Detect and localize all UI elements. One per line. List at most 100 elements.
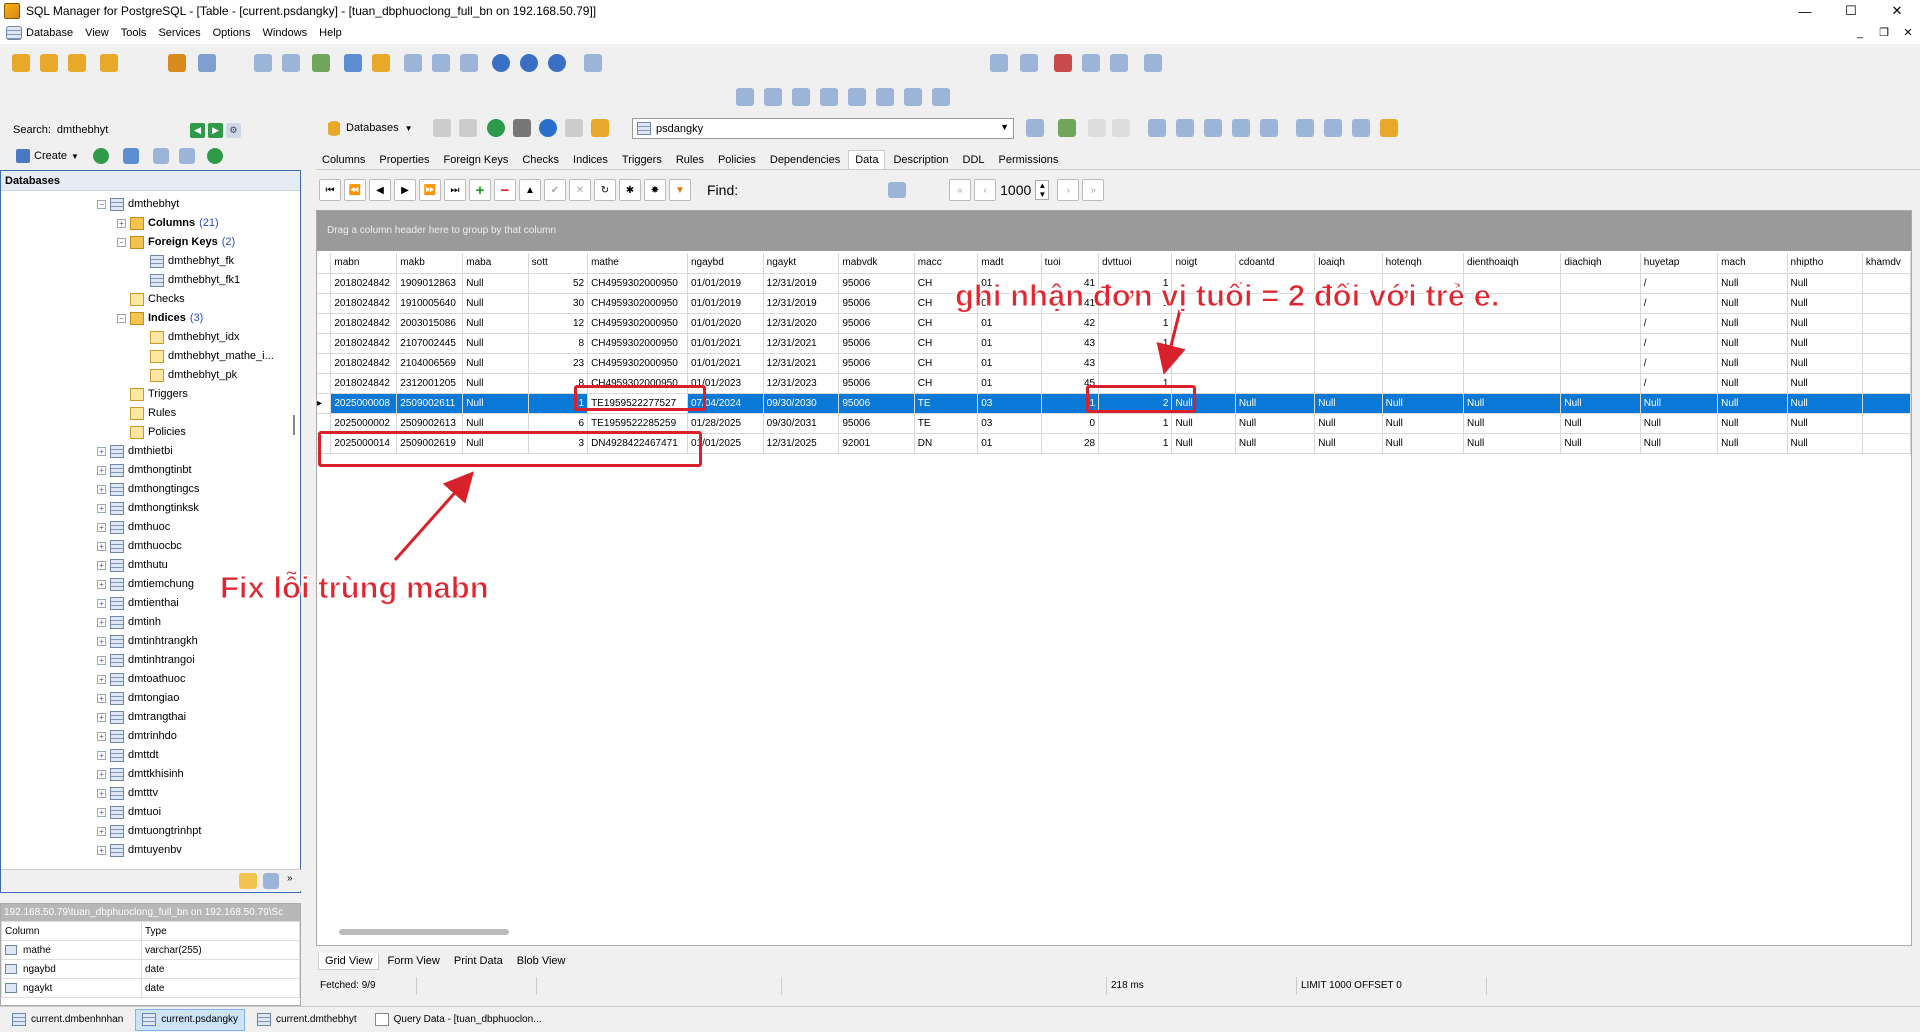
grid-cell-huyetap[interactable]: /: [1640, 293, 1719, 314]
grid-cell-nhiptho[interactable]: Null: [1787, 273, 1863, 294]
nav9-icon[interactable]: [1380, 119, 1398, 137]
grid-cell-noigt[interactable]: Null: [1171, 433, 1236, 454]
new-item-icon[interactable]: [152, 148, 169, 164]
tree-node[interactable]: + dmtuoi: [97, 803, 161, 821]
doc-tab-active[interactable]: current.psdangky: [135, 1008, 246, 1031]
grid-cell-diachiqh[interactable]: Null: [1560, 433, 1641, 454]
tree-node[interactable]: + dmtrinhdo: [97, 727, 177, 745]
column-header-dvttuoi[interactable]: dvttuoi: [1098, 253, 1173, 274]
folder-view-icon[interactable]: [239, 873, 257, 889]
doc-tab[interactable]: current.dmbenhnhan: [6, 1009, 129, 1031]
next-record-button[interactable]: ▶: [394, 179, 416, 201]
help-icon[interactable]: [538, 119, 557, 137]
tab-rules[interactable]: Rules: [670, 151, 710, 169]
table-view-icon[interactable]: [1020, 54, 1038, 72]
grid-cell-dienthoaiqh[interactable]: [1463, 333, 1562, 354]
grid-cell-mach[interactable]: Null: [1717, 413, 1788, 434]
grid-cell-mabn[interactable]: 2018024842: [330, 353, 398, 374]
prev-window-icon[interactable]: [876, 88, 894, 106]
nav1-icon[interactable]: [1148, 119, 1166, 137]
grid-cell-hotenqh[interactable]: Null: [1382, 433, 1465, 454]
expand-icon[interactable]: +: [97, 845, 106, 855]
expand-icon[interactable]: +: [97, 826, 106, 836]
column-header-hotenqh[interactable]: hotenqh: [1382, 253, 1465, 274]
tree-node[interactable]: + dmtinhtrangoi: [97, 651, 195, 669]
maximize-button[interactable]: ☐: [1828, 0, 1874, 22]
grid-cell-mathe[interactable]: CH4959302000950: [587, 293, 688, 314]
grid-cell-maba[interactable]: Null: [462, 273, 529, 294]
grid-cell-huyetap[interactable]: Null: [1640, 413, 1719, 434]
grid-cell-mabvdk[interactable]: 95006: [838, 333, 915, 354]
grid-cell-mabvdk[interactable]: 95006: [838, 353, 915, 374]
expand-icon[interactable]: +: [97, 788, 106, 798]
column-header-diachiqh[interactable]: diachiqh: [1560, 253, 1641, 274]
grid-cell-loaiqh[interactable]: [1314, 373, 1383, 394]
mdi-close-button[interactable]: ✕: [1896, 22, 1920, 44]
grid-cell-mach[interactable]: Null: [1717, 393, 1788, 414]
tree-node[interactable]: + dmtrangthai: [97, 708, 186, 726]
grid-cell-cdoantd[interactable]: [1235, 373, 1316, 394]
grid-cell-macc[interactable]: CH: [914, 333, 979, 354]
column-header-makb[interactable]: makb: [396, 253, 464, 274]
limit-spinner[interactable]: ▲ ▼: [1035, 180, 1050, 200]
tab-columns[interactable]: Columns: [316, 151, 371, 169]
grid-cell-ngaykt[interactable]: 12/31/2020: [763, 313, 840, 334]
grid-cell-dvttuoi[interactable]: 1: [1098, 433, 1173, 454]
row-indicator[interactable]: [317, 353, 332, 374]
close-window-icon[interactable]: [932, 88, 950, 106]
expand-icon[interactable]: +: [97, 636, 106, 646]
grid-cell-mabn[interactable]: 2018024842: [330, 313, 398, 334]
group-by-panel[interactable]: Drag a column header here to group by th…: [317, 211, 1911, 251]
column-header-khamdv[interactable]: khamdv: [1862, 253, 1912, 274]
grid-cell-cdoantd[interactable]: [1235, 313, 1316, 334]
properties-icon[interactable]: [1026, 119, 1044, 137]
grid-cell-khamdv[interactable]: [1862, 413, 1912, 434]
grid-cell-huyetap[interactable]: /: [1640, 333, 1719, 354]
register-database-icon[interactable]: [12, 54, 30, 72]
grid-cell-khamdv[interactable]: [1862, 313, 1912, 334]
doc-tab[interactable]: current.dmthebhyt: [251, 1009, 363, 1031]
collapse-icon[interactable]: −: [97, 199, 106, 209]
tree-node[interactable]: Checks: [130, 290, 185, 308]
grid-cell-cdoantd[interactable]: Null: [1235, 393, 1316, 414]
tree-node[interactable]: Policies: [130, 423, 186, 441]
grid-cell-makb[interactable]: 2509002613: [396, 413, 464, 434]
grid-cell-hotenqh[interactable]: Null: [1382, 393, 1465, 414]
tree-node[interactable]: Triggers: [130, 385, 188, 403]
grid-cell-makb[interactable]: 2003015086: [396, 313, 464, 334]
column-header-tuoi[interactable]: tuoi: [1041, 253, 1100, 274]
grid-cell-ngaykt[interactable]: 09/30/2031: [763, 413, 840, 434]
row-indicator[interactable]: [317, 413, 332, 434]
grid-cell-diachiqh[interactable]: [1560, 293, 1641, 314]
grid-cell-hotenqh[interactable]: [1382, 313, 1465, 334]
grid-cell-makb[interactable]: 1910005640: [396, 293, 464, 314]
row-indicator[interactable]: ▸: [317, 393, 332, 414]
grid-cell-sott[interactable]: 6: [528, 413, 589, 434]
tree-scrollbar[interactable]: [290, 193, 298, 873]
row-indicator[interactable]: [317, 313, 332, 334]
grid-cell-macc[interactable]: CH: [914, 353, 979, 374]
databases-button[interactable]: Databases ▼: [322, 119, 419, 138]
grid-cell-nhiptho[interactable]: Null: [1787, 393, 1863, 414]
grid-cell-mathe[interactable]: CH4959302000950: [587, 313, 688, 334]
tree-node[interactable]: + dmtttv: [97, 784, 158, 802]
print-icon[interactable]: [512, 119, 531, 137]
nav3-icon[interactable]: [1204, 119, 1222, 137]
tree-node[interactable]: + dmthuocbc: [97, 537, 182, 555]
table-row[interactable]: 2025000002 2509002613 Null 6 TE1959522285259…: [317, 413, 1912, 434]
grid-cell-macc[interactable]: TE: [914, 393, 979, 414]
grid-cell-cdoantd[interactable]: [1235, 333, 1316, 354]
table-row[interactable]: 2018024842 2107002445 Null 8 CH4959302000950…: [317, 333, 1912, 354]
grid-cell-mabvdk[interactable]: 95006: [838, 373, 915, 394]
grid-cell-nhiptho[interactable]: Null: [1787, 353, 1863, 374]
grid-cell-diachiqh[interactable]: [1560, 373, 1641, 394]
grid-cell-mabvdk[interactable]: 95006: [838, 413, 915, 434]
grid-cell-nhiptho[interactable]: Null: [1787, 293, 1863, 314]
grid-cell-madt[interactable]: 03: [977, 413, 1042, 434]
tile-v-icon[interactable]: [820, 88, 838, 106]
tree-node[interactable]: + dmtongiao: [97, 689, 179, 707]
grid-cell-loaiqh[interactable]: Null: [1314, 393, 1383, 414]
search-input[interactable]: dmthebhyt: [57, 124, 187, 136]
menu-windows[interactable]: Windows: [263, 27, 308, 39]
column-header-cdoantd[interactable]: cdoantd: [1235, 253, 1316, 274]
